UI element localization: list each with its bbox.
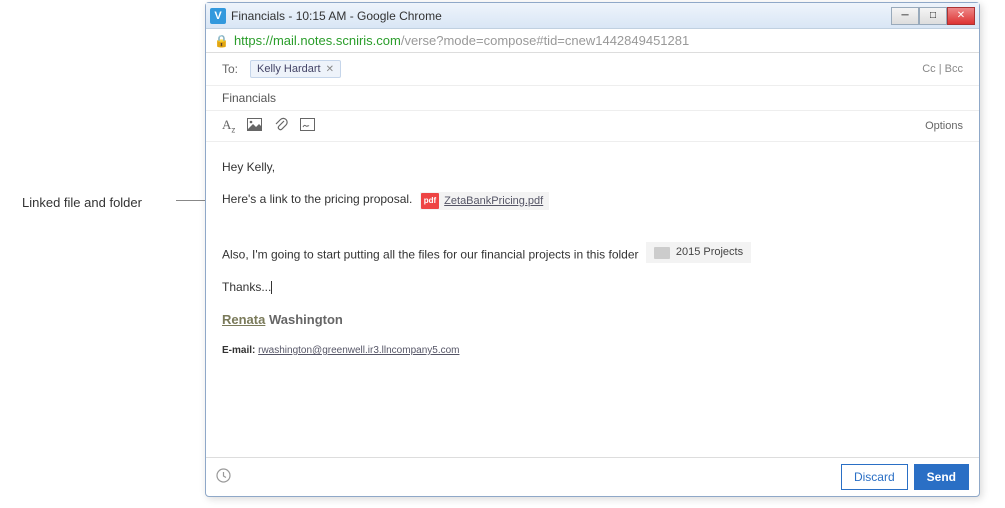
- folder-icon: [654, 247, 670, 259]
- remove-recipient-icon[interactable]: ✕: [326, 64, 334, 75]
- body-thanks: Thanks...: [222, 278, 963, 296]
- window-title: Financials - 10:15 AM - Google Chrome: [231, 9, 891, 23]
- subject-field[interactable]: Financials: [206, 86, 979, 111]
- send-button[interactable]: Send: [914, 464, 969, 490]
- text-cursor: [271, 281, 272, 294]
- pdf-attachment-chip[interactable]: pdf ZetaBankPricing.pdf: [420, 192, 550, 211]
- schedule-icon[interactable]: [216, 468, 231, 486]
- signature-email-link[interactable]: rwashington@greenwell.ir3.llncompany5.co…: [258, 345, 459, 356]
- body-greeting: Hey Kelly,: [222, 158, 963, 176]
- browser-window: V Financials - 10:15 AM - Google Chrome …: [205, 2, 980, 497]
- pdf-icon: pdf: [421, 193, 439, 209]
- signature-email: E-mail: rwashington@greenwell.ir3.llncom…: [222, 343, 963, 358]
- discard-button[interactable]: Discard: [841, 464, 908, 490]
- folder-name: 2015 Projects: [676, 244, 743, 261]
- text-format-icon[interactable]: Az: [222, 117, 235, 135]
- lock-icon: 🔒: [214, 34, 229, 48]
- to-row: To: Kelly Hardart ✕ Cc | Bcc: [206, 53, 979, 86]
- compose-footer: Discard Send: [206, 457, 979, 496]
- minimize-button[interactable]: ─: [891, 7, 919, 25]
- close-button[interactable]: ✕: [947, 7, 975, 25]
- recipient-chip[interactable]: Kelly Hardart ✕: [250, 60, 341, 78]
- signature-name: Renata Washington: [222, 310, 963, 330]
- annotation-label: Linked file and folder: [22, 195, 142, 210]
- address-bar[interactable]: 🔒 https://mail.notes.scniris.com/verse?m…: [206, 29, 979, 53]
- bcc-button[interactable]: Bcc: [945, 63, 963, 75]
- options-button[interactable]: Options: [925, 120, 963, 132]
- folder-attachment-chip[interactable]: 2015 Projects: [646, 242, 751, 263]
- cc-button[interactable]: Cc: [922, 63, 935, 75]
- url-path: /verse?mode=compose#tid=cnew144284945128…: [401, 33, 689, 48]
- to-label: To:: [222, 62, 238, 76]
- body-line-folder: Also, I'm going to start putting all the…: [222, 242, 963, 263]
- compose-body[interactable]: Hey Kelly, Here's a link to the pricing …: [206, 142, 979, 457]
- titlebar: V Financials - 10:15 AM - Google Chrome …: [206, 3, 979, 29]
- maximize-button[interactable]: □: [919, 7, 947, 25]
- url-origin: https://mail.notes.scniris.com: [234, 33, 401, 48]
- compose-toolbar: Az Options: [206, 111, 979, 142]
- app-icon: V: [210, 8, 226, 24]
- attachment-icon[interactable]: [274, 117, 288, 135]
- signature-icon[interactable]: [300, 118, 315, 134]
- body-line-pdf: Here's a link to the pricing proposal. p…: [222, 190, 963, 210]
- recipient-name: Kelly Hardart: [257, 63, 321, 75]
- image-icon[interactable]: [247, 118, 262, 134]
- pdf-link[interactable]: ZetaBankPricing.pdf: [444, 193, 543, 210]
